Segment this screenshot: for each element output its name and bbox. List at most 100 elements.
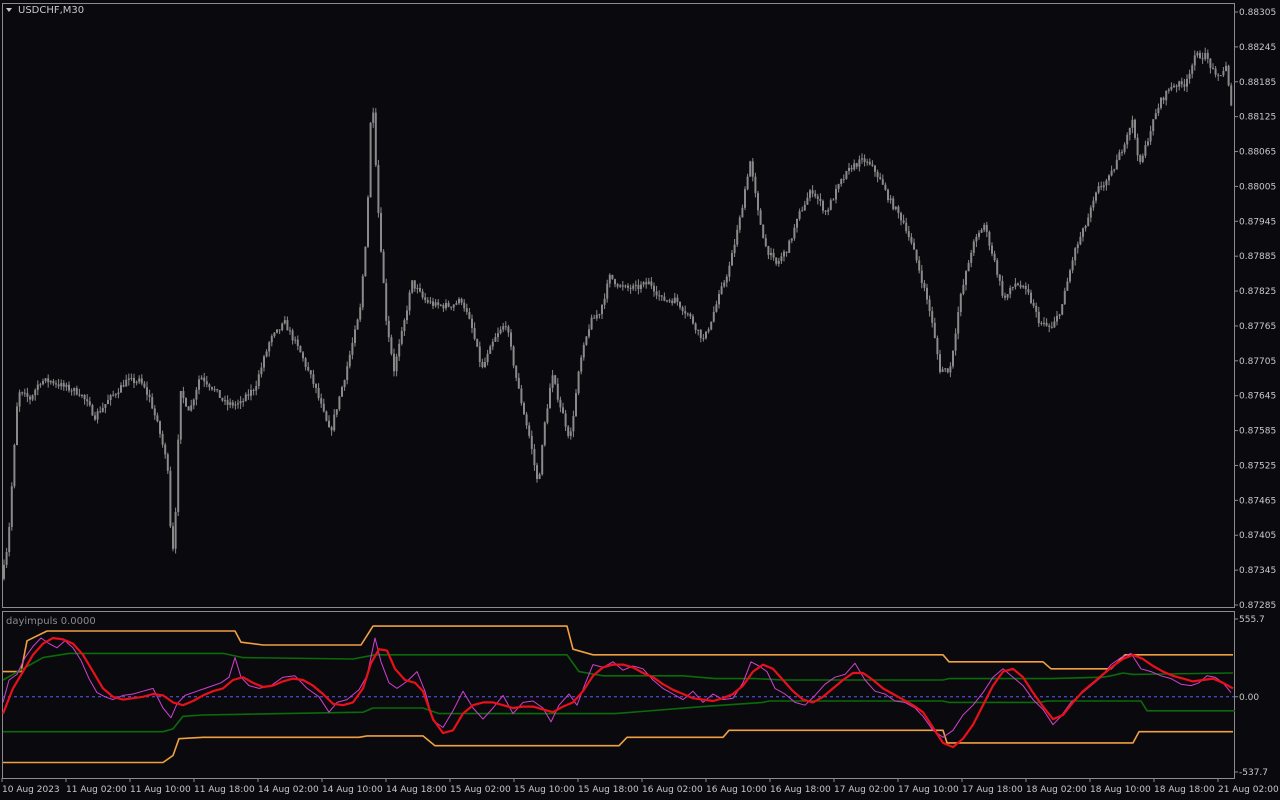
candle-body: [62, 383, 65, 387]
candle-body: [692, 316, 694, 324]
candle-body: [434, 302, 437, 306]
candle-body: [582, 344, 585, 358]
price-tick-label: 0.87945: [1239, 217, 1276, 227]
candle-body: [603, 298, 606, 305]
candle-body: [788, 240, 791, 253]
time-tick-label: 14 Aug 10:00: [322, 785, 383, 795]
time-axis: 10 Aug 2023 11 Aug 02:00 11 Aug 10:00 11 Au…: [1, 778, 1279, 795]
candle-body: [853, 163, 856, 170]
candle-body: [554, 375, 557, 384]
candle-body: [569, 431, 572, 436]
candle-body: [1204, 53, 1207, 60]
time-tick-label: 10 Aug 2023: [2, 785, 60, 795]
candle-body: [983, 224, 986, 230]
candle-body: [497, 333, 499, 338]
candle-body: [502, 326, 505, 330]
candle-body: [962, 284, 965, 294]
candle-body: [348, 354, 351, 367]
candle-body: [172, 526, 174, 549]
candle-body: [793, 227, 796, 239]
candle-body: [718, 293, 720, 305]
candle-body: [1004, 295, 1006, 298]
candle-body: [320, 398, 323, 404]
candle-body: [536, 465, 538, 479]
candle-body: [122, 385, 125, 387]
candle-body: [281, 323, 284, 331]
candle-body: [239, 401, 242, 404]
candle-body: [881, 179, 884, 185]
candle-body: [369, 122, 372, 198]
candle-body: [1131, 119, 1134, 128]
candle-body: [304, 358, 307, 367]
candle-body: [785, 251, 788, 253]
candle-body: [744, 189, 746, 208]
candle-body: [1001, 280, 1004, 296]
candle-body: [585, 336, 588, 345]
candle-body: [200, 377, 203, 380]
candle-body: [315, 383, 317, 388]
candle-body: [510, 332, 512, 347]
candle-body: [1154, 113, 1157, 120]
time-tick-label: 16 Aug 18:00: [770, 785, 831, 795]
candle-body: [653, 285, 655, 292]
candle-body: [621, 285, 624, 287]
candle-body: [481, 361, 484, 368]
candle-body: [1043, 322, 1045, 324]
candle-body: [367, 197, 369, 247]
candle-body: [73, 388, 76, 391]
candle-body: [790, 238, 793, 241]
price-tick-label: 0.87645: [1239, 392, 1276, 402]
candle-body: [546, 408, 549, 423]
candle-body: [125, 379, 128, 387]
candle-body: [403, 320, 406, 331]
candle-body: [720, 286, 723, 294]
candle-body: [658, 295, 661, 297]
candle-body: [822, 201, 824, 211]
time-tick-label: 21 Aug 02:00: [1218, 785, 1279, 795]
collapse-triangle-icon[interactable]: [6, 8, 12, 12]
candle-body: [120, 385, 122, 393]
candle-body: [471, 318, 473, 328]
candle-body: [408, 292, 411, 311]
candle-body: [1006, 294, 1009, 298]
candle-body: [705, 331, 707, 339]
candle-body: [1196, 52, 1199, 56]
candle-body: [276, 329, 278, 333]
candle-body: [1115, 159, 1118, 170]
time-tick-label: 11 Aug 10:00: [130, 785, 191, 795]
candle-body: [918, 260, 921, 271]
candle-body: [861, 158, 863, 160]
candle-body: [361, 276, 364, 308]
time-tick-label: 15 Aug 18:00: [578, 785, 639, 795]
candle-body: [731, 253, 733, 266]
candle-body: [629, 287, 632, 289]
candle-body: [356, 319, 359, 330]
candle-body: [1175, 85, 1178, 87]
candle-body: [179, 390, 182, 440]
candle-body: [192, 399, 195, 406]
candle-body: [26, 393, 29, 397]
candle-body: [1193, 55, 1196, 66]
candle-body: [897, 206, 900, 213]
candle-body: [913, 242, 915, 250]
candle-body: [637, 284, 640, 289]
chart-canvas[interactable]: 0.88305 0.88245 0.88185 0.88125 0.88065 0.880…: [0, 0, 1280, 800]
candle-body: [959, 293, 962, 313]
candle-body: [458, 298, 460, 304]
candle-body: [1040, 322, 1043, 324]
candle-body: [260, 367, 263, 375]
candle-body: [538, 474, 541, 479]
candle-body: [130, 378, 133, 380]
candle-body: [299, 345, 302, 353]
candle-body: [283, 320, 286, 324]
candle-body: [307, 366, 310, 371]
candle-body: [1030, 292, 1032, 303]
candle-body: [1011, 286, 1014, 288]
candle-body: [741, 207, 744, 218]
candle-body: [450, 306, 453, 308]
candle-body: [325, 411, 328, 421]
candle-body: [988, 231, 991, 246]
candle-body: [478, 346, 481, 362]
candle-body: [296, 339, 299, 346]
candle-body: [549, 387, 551, 409]
